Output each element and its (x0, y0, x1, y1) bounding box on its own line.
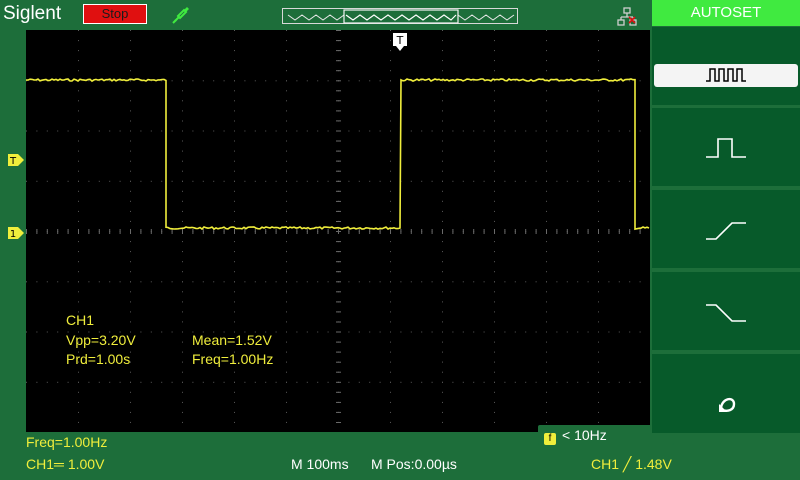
trigger-position-marker[interactable]: T (393, 33, 407, 51)
menu-item-rising-edge[interactable] (652, 190, 800, 268)
usb-probe-icon (170, 4, 192, 26)
measurement-frequency: Freq=1.00Hz (192, 351, 274, 367)
falling-edge-icon (706, 304, 746, 322)
menu-item-single-cycle[interactable] (652, 108, 800, 186)
trigger-level-label: T (9, 156, 17, 166)
freq-counter-icon: f (544, 433, 556, 445)
menu-item-falling-edge[interactable] (652, 272, 800, 350)
trigger-position-label: T (396, 34, 404, 47)
menu-item-multi-cycle[interactable] (652, 27, 800, 105)
time-overview-strip (282, 8, 686, 24)
freq-counter-text: < 10Hz (562, 427, 607, 443)
rising-edge-icon (706, 222, 746, 240)
ch1-marker-label: 1 (10, 229, 16, 239)
status-horizontal-position[interactable]: M Pos:0.00µs (371, 456, 457, 472)
menu-title: AUTOSET (652, 0, 800, 26)
status-frequency: Freq=1.00Hz (26, 434, 108, 450)
waveform-display[interactable]: CH1 Vpp=3.20V Mean=1.52V Prd=1.00s Freq=… (26, 30, 674, 445)
menu-item-undo[interactable] (652, 354, 800, 433)
measurement-vpp: Vpp=3.20V (66, 332, 136, 348)
ch1-trace (26, 77, 650, 231)
undo-arrow-icon (719, 397, 736, 412)
multi-cycle-square-icon (706, 68, 746, 82)
network-icon (616, 6, 638, 28)
measurement-period: Prd=1.00s (66, 351, 131, 367)
run-stop-button[interactable]: Stop (83, 4, 147, 24)
trigger-level-marker[interactable]: T (8, 151, 24, 167)
status-timebase[interactable]: M 100ms (291, 456, 349, 472)
status-ch1-scale[interactable]: CH1═ 1.00V (26, 456, 104, 472)
single-cycle-pulse-icon (706, 138, 746, 158)
brand-logo: Siglent (3, 3, 62, 24)
ch1-waveform (26, 77, 650, 231)
ch1-ground-marker[interactable]: 1 (8, 224, 24, 240)
autoset-menu (650, 27, 800, 477)
measurement-channel: CH1 (66, 312, 95, 328)
measurement-mean: Mean=1.52V (192, 332, 272, 348)
